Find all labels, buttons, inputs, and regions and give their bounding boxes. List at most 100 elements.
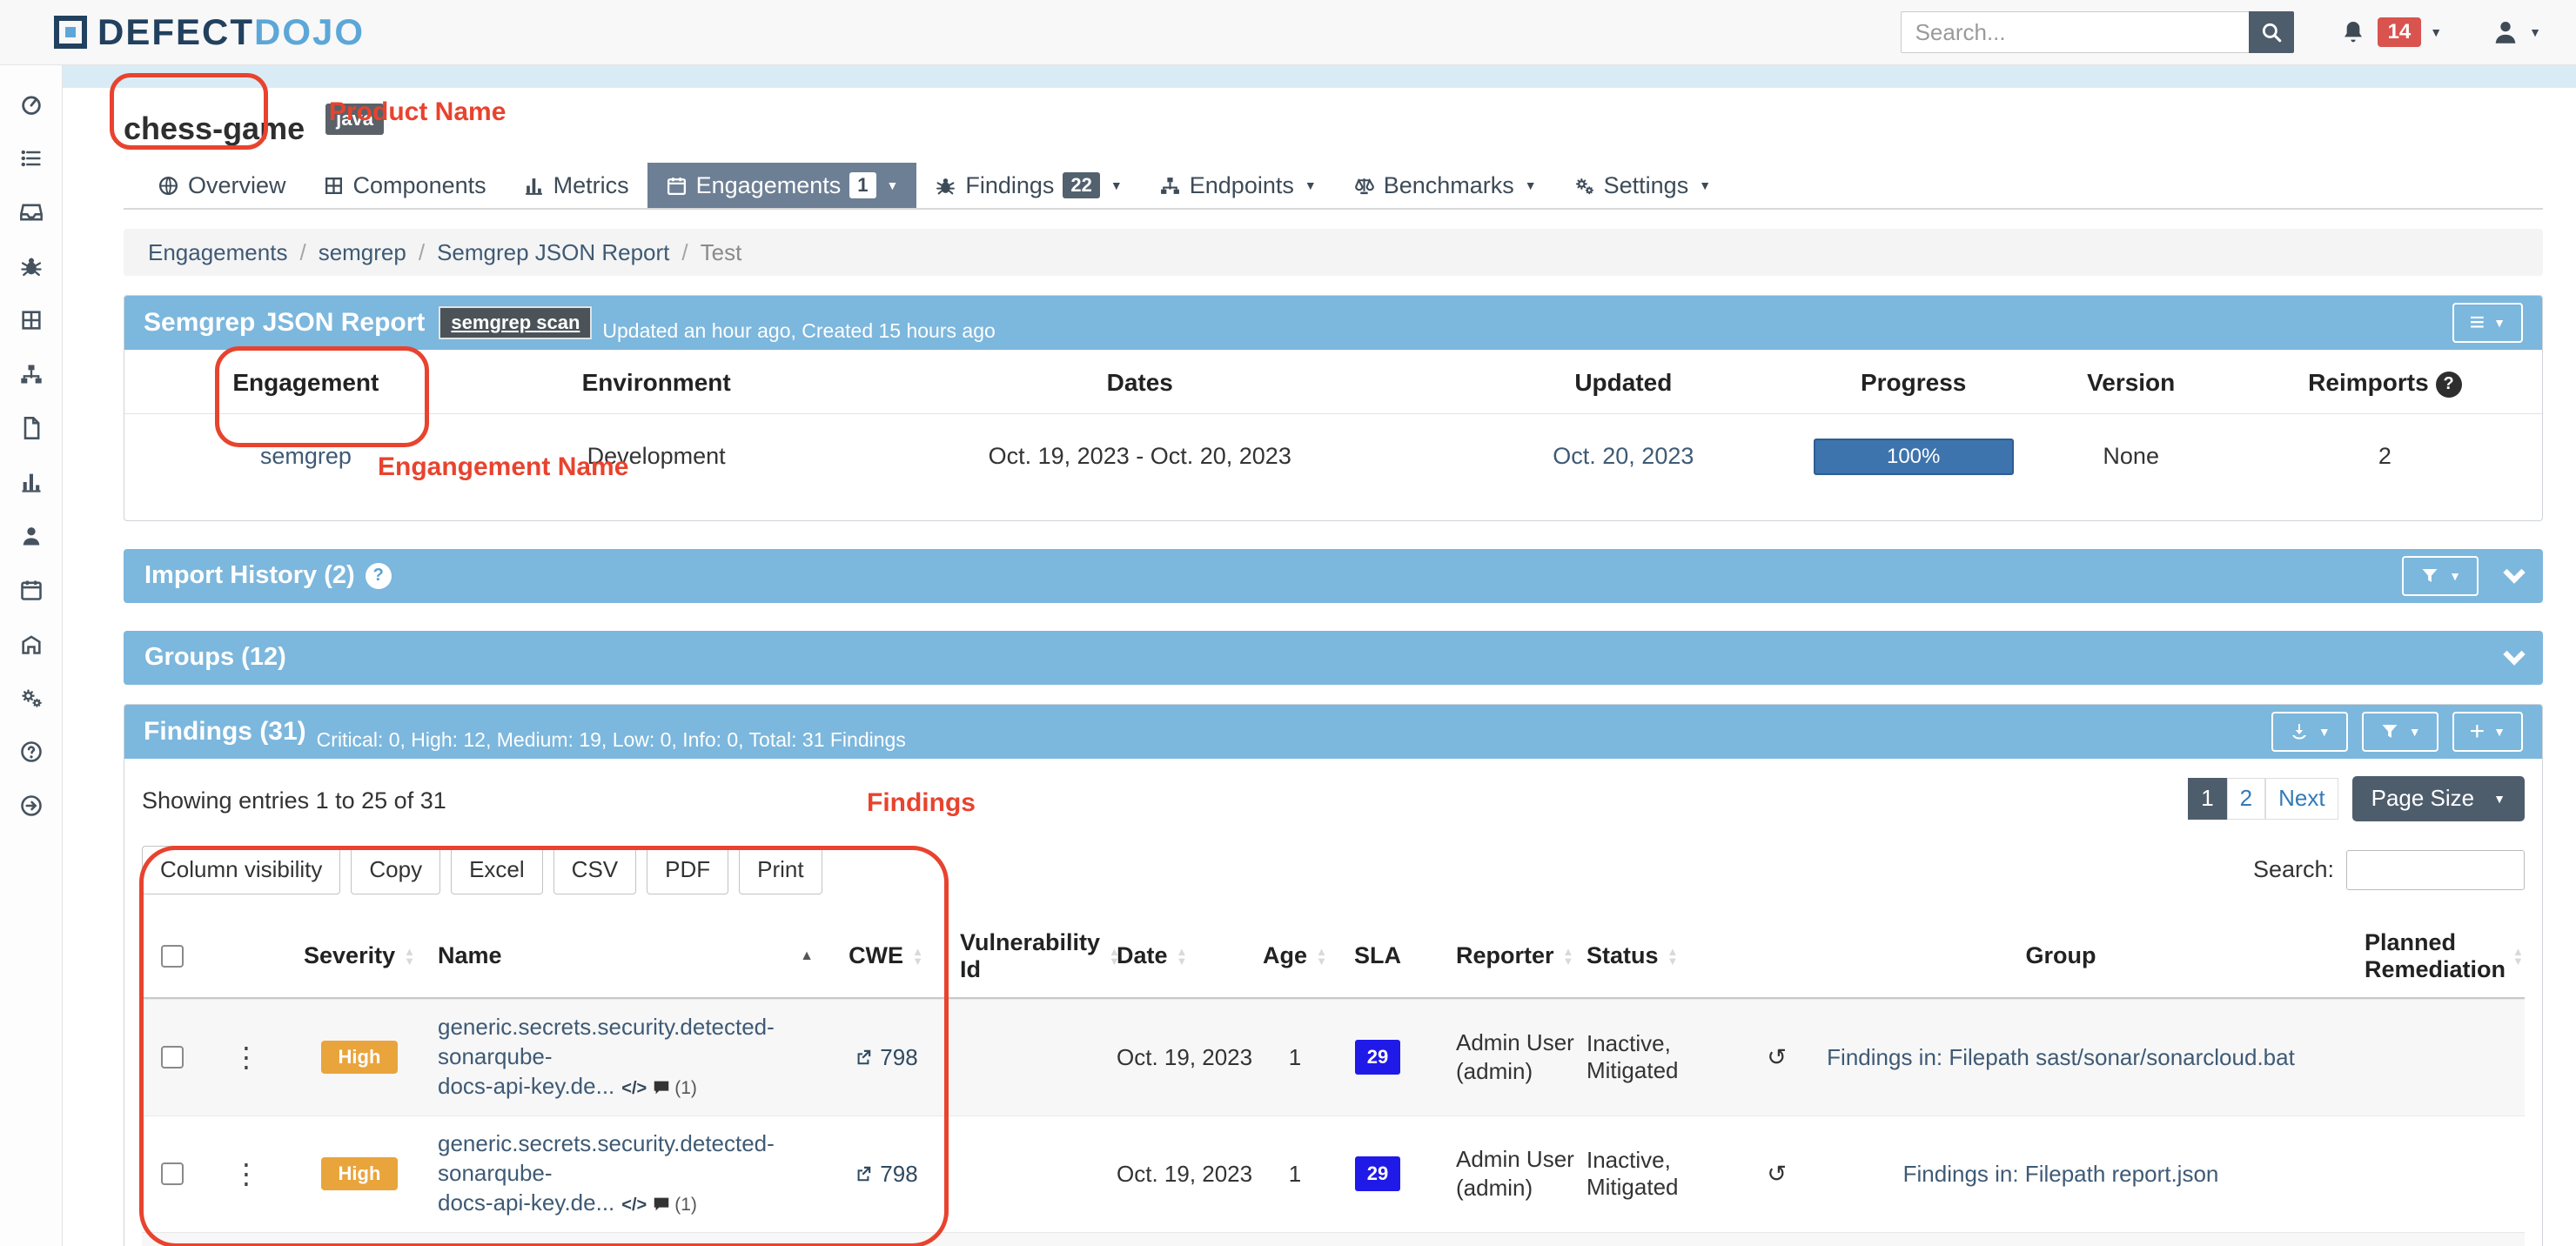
import-history-section[interactable]: Import History (2) ? ▼ xyxy=(124,549,2543,603)
sidebar-item-engagements[interactable] xyxy=(0,185,62,239)
findings-add-button[interactable]: + ▼ xyxy=(2452,712,2523,752)
tab-components[interactable]: Components xyxy=(305,163,505,208)
import-history-title: Import History (2) xyxy=(144,561,355,590)
breadcrumb: Engagements / semgrep / Semgrep JSON Rep… xyxy=(124,229,2543,276)
findings-download-button[interactable]: ▼ xyxy=(2271,712,2348,752)
group-link[interactable]: Findings in: Filepath sast/sonar/sonarcl… xyxy=(1827,1043,2295,1072)
select-all-checkbox[interactable] xyxy=(161,945,184,968)
breadcrumb-semgrep[interactable]: semgrep xyxy=(319,239,406,266)
next-page-button[interactable]: Next xyxy=(2265,778,2338,820)
dates-value: Oct. 19, 2023 - Oct. 20, 2023 xyxy=(826,413,1454,520)
sla-badge: 29 xyxy=(1355,1156,1400,1191)
findings-filter-button[interactable]: ▼ xyxy=(2362,712,2438,752)
left-sidebar xyxy=(0,65,63,1246)
breadcrumb-engagements[interactable]: Engagements xyxy=(148,239,287,266)
download-icon xyxy=(2289,721,2310,742)
global-search-input[interactable] xyxy=(1901,11,2249,53)
page-2-button[interactable]: 2 xyxy=(2227,778,2265,820)
showing-entries-text: Showing entries 1 to 25 of 31 xyxy=(142,787,446,814)
user-menu[interactable]: ▼ xyxy=(2491,17,2541,47)
code-icon: </> xyxy=(621,1079,647,1098)
finding-name-link[interactable]: generic.secrets.security.detected-sonarq… xyxy=(438,1014,775,1099)
chevron-down-icon[interactable] xyxy=(2503,561,2525,583)
updated-link[interactable]: Oct. 20, 2023 xyxy=(1553,443,1694,469)
sidebar-item-endpoints[interactable] xyxy=(0,347,62,401)
csv-button[interactable]: CSV xyxy=(553,846,636,894)
group-link[interactable]: Findings in: Filepath report.json xyxy=(1903,1160,2219,1189)
groups-section[interactable]: Groups (12) xyxy=(124,631,2543,685)
table-search-label: Search: xyxy=(2253,856,2334,883)
global-search-button[interactable] xyxy=(2249,11,2294,53)
pdf-button[interactable]: PDF xyxy=(647,846,728,894)
sidebar-item-metrics[interactable] xyxy=(0,455,62,509)
sidebar-item-configuration[interactable] xyxy=(0,671,62,725)
tab-overview[interactable]: Overview xyxy=(139,163,305,208)
finding-name-link[interactable]: generic.secrets.security.detected-sonarq… xyxy=(438,1130,775,1216)
col-cwe[interactable]: CWE▲▼ xyxy=(821,942,951,969)
question-circle-icon[interactable]: ? xyxy=(2436,372,2462,398)
sidebar-item-components[interactable] xyxy=(0,293,62,347)
tab-engagements[interactable]: Engagements 1 ▼ xyxy=(647,163,917,208)
tab-endpoints[interactable]: Endpoints ▼ xyxy=(1141,163,1335,208)
excel-button[interactable]: Excel xyxy=(451,846,543,894)
row-menu-icon[interactable]: ⋮ xyxy=(203,1041,290,1074)
sidebar-item-users[interactable] xyxy=(0,509,62,563)
sidebar-item-products[interactable] xyxy=(0,131,62,185)
question-circle-icon[interactable]: ? xyxy=(366,563,392,589)
col-severity[interactable]: Severity▲▼ xyxy=(290,942,429,969)
date-cell: Oct. 19, 2023 xyxy=(1108,1161,1256,1188)
sidebar-item-logout[interactable] xyxy=(0,779,62,833)
tab-benchmarks[interactable]: Benchmarks ▼ xyxy=(1335,163,1555,208)
history-icon[interactable]: ↺ xyxy=(1767,1044,1787,1071)
global-search xyxy=(1901,11,2294,53)
notifications-menu[interactable]: 14 ▼ xyxy=(2339,17,2443,47)
reporter-cell: Admin User(admin) xyxy=(1456,1028,1574,1086)
sidebar-item-calendar[interactable] xyxy=(0,563,62,617)
sidebar-item-dashboard[interactable] xyxy=(0,77,62,131)
file-icon xyxy=(19,416,44,440)
cwe-link[interactable]: 798 xyxy=(821,1044,951,1071)
caret-down-icon: ▼ xyxy=(2493,792,2506,806)
history-icon[interactable]: ↺ xyxy=(1767,1161,1787,1188)
col-planned-remediation[interactable]: Planned Remediation▲▼ xyxy=(2335,929,2525,983)
col-group[interactable]: Group xyxy=(1787,942,2335,969)
row-checkbox[interactable] xyxy=(161,1046,184,1068)
cwe-link[interactable]: 798 xyxy=(821,1161,951,1188)
report-panel-header: Semgrep JSON Report semgrep scan Updated… xyxy=(124,296,2542,350)
comment-icon[interactable] xyxy=(652,1078,671,1097)
breadcrumb-report[interactable]: Semgrep JSON Report xyxy=(437,239,669,266)
code-icon: </> xyxy=(621,1196,647,1215)
report-menu-button[interactable]: ≡ ▼ xyxy=(2452,303,2523,343)
column-visibility-button[interactable]: Column visibility xyxy=(142,846,340,894)
tab-metrics[interactable]: Metrics xyxy=(505,163,647,208)
pagination: 1 2 Next Page Size ▼ xyxy=(2188,776,2525,821)
row-checkbox[interactable] xyxy=(161,1162,184,1185)
page-1-button[interactable]: 1 xyxy=(2188,778,2226,820)
col-date[interactable]: Date▲▼ xyxy=(1108,942,1256,969)
copy-button[interactable]: Copy xyxy=(351,846,440,894)
col-vulnerability-id[interactable]: Vulnerability Id▲▼ xyxy=(951,929,1108,983)
chevron-down-icon[interactable] xyxy=(2503,643,2525,665)
scan-type-badge[interactable]: semgrep scan xyxy=(439,306,592,339)
col-age[interactable]: Age▲▼ xyxy=(1256,942,1334,969)
sidebar-item-about[interactable] xyxy=(0,725,62,779)
sidebar-item-reports[interactable] xyxy=(0,401,62,455)
col-label: Planned Remediation xyxy=(2365,929,2504,983)
sidebar-item-benchmarks[interactable] xyxy=(0,617,62,671)
col-name[interactable]: Name▲ xyxy=(429,942,821,969)
page-size-button[interactable]: Page Size ▼ xyxy=(2352,776,2525,821)
col-reporter[interactable]: Reporter▲▼ xyxy=(1421,942,1578,969)
tab-settings[interactable]: Settings ▼ xyxy=(1555,163,1729,208)
col-status[interactable]: Status▲▼ xyxy=(1578,942,1787,969)
row-menu-icon[interactable]: ⋮ xyxy=(203,1157,290,1190)
table-toolbar: Column visibility Copy Excel CSV PDF Pri… xyxy=(142,846,2525,894)
engagement-link[interactable]: semgrep xyxy=(260,443,352,469)
comment-icon[interactable] xyxy=(652,1195,671,1214)
sidebar-item-findings[interactable] xyxy=(0,239,62,293)
tab-findings[interactable]: Findings 22 ▼ xyxy=(916,163,1140,208)
import-history-filter-button[interactable]: ▼ xyxy=(2402,556,2479,596)
print-button[interactable]: Print xyxy=(739,846,822,894)
col-sla[interactable]: SLA xyxy=(1334,942,1421,969)
defectdojo-logo[interactable]: DEFECTDOJO xyxy=(54,11,365,53)
table-search-input[interactable] xyxy=(2346,850,2525,890)
